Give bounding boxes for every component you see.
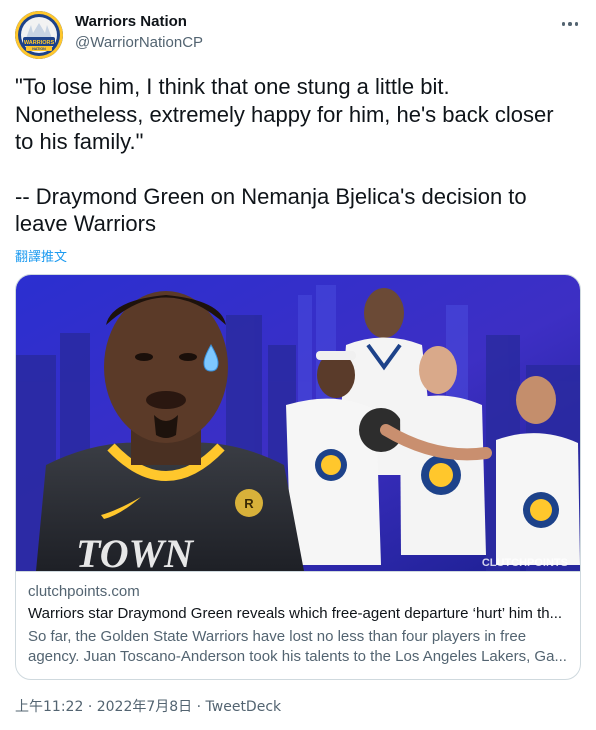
card-domain: clutchpoints.com	[28, 583, 140, 600]
author-display-name[interactable]: Warriors Nation	[75, 13, 187, 30]
tweet-date[interactable]: 2022年7月8日	[97, 699, 192, 715]
tweet-paragraph-attribution: -- Draymond Green on Nemanja Bjelica's d…	[15, 183, 527, 237]
tweet-text: "To lose him, I think that one stung a l…	[15, 73, 590, 238]
card-description-line: agency. Juan Toscano-Anderson took his t…	[28, 648, 567, 665]
card-image[interactable]: R TOWN CLUTCHPOINTS	[16, 275, 580, 576]
translate-tweet-link[interactable]: 翻譯推文	[15, 246, 67, 265]
card-meta[interactable]: clutchpoints.com Warriors star Draymond …	[16, 571, 580, 679]
card-title: Warriors star Draymond Green reveals whi…	[28, 605, 563, 622]
svg-text:TOWN: TOWN	[76, 531, 195, 571]
card-photo: R TOWN CLUTCHPOINTS	[16, 275, 580, 576]
tweet-footer: 上午11:22 · 2022年7月8日 · TweetDeck	[15, 696, 281, 716]
tweet-time[interactable]: 上午11:22	[15, 699, 83, 715]
card-description-line: So far, the Golden State Warriors have l…	[28, 628, 527, 645]
svg-text:R: R	[244, 496, 254, 511]
tweet: WARRIORS NATION Warriors Nation @Warrior…	[0, 0, 596, 730]
avatar-text: WARRIORS	[24, 40, 55, 46]
card-image-watermark: CLUTCHPOINTS	[482, 557, 568, 569]
tweet-paragraph-quote: "To lose him, I think that one stung a l…	[15, 74, 554, 154]
footer-separator: ·	[87, 699, 93, 715]
svg-text:NATION: NATION	[32, 47, 46, 51]
footer-separator: ·	[196, 699, 202, 715]
author-handle[interactable]: @WarriorNationCP	[75, 34, 203, 51]
author-avatar[interactable]: WARRIORS NATION	[15, 11, 63, 59]
warriors-nation-logo-icon: WARRIORS NATION	[15, 11, 63, 59]
link-card[interactable]: R TOWN CLUTCHPOINTS clutchpoints.com War…	[15, 274, 581, 680]
card-description: So far, the Golden State Warriors have l…	[28, 627, 568, 667]
more-options-icon[interactable]	[556, 14, 584, 34]
tweet-source[interactable]: TweetDeck	[206, 699, 282, 715]
